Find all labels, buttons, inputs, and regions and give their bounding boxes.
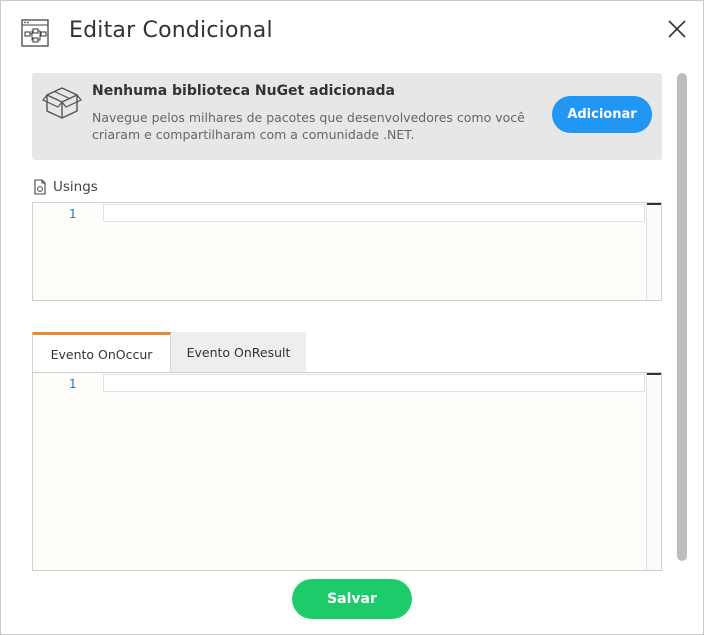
flowchart-icon — [21, 19, 49, 47]
editor-scrollbar[interactable] — [646, 203, 661, 300]
dialog-scrollbar-thumb[interactable] — [677, 73, 687, 561]
close-icon[interactable] — [665, 17, 689, 41]
editor-scrollbar-cap — [647, 373, 661, 375]
nuget-description: Navegue pelos milhares de pacotes que de… — [92, 110, 525, 142]
usings-code-editor[interactable]: 1 — [32, 202, 662, 301]
tab-evento-onresult[interactable]: Evento OnResult — [171, 332, 306, 372]
add-nuget-button[interactable]: Adicionar — [552, 96, 652, 133]
nuget-title: Nenhuma biblioteca NuGet adicionada — [92, 83, 395, 99]
line-number: 1 — [69, 377, 77, 391]
nuget-empty-banner: Nenhuma biblioteca NuGet adicionada Nave… — [32, 73, 662, 160]
editor-scrollbar-cap — [647, 203, 661, 205]
event-code-editor[interactable]: 1 — [32, 372, 662, 571]
save-button[interactable]: Salvar — [292, 579, 412, 619]
edit-conditional-dialog: Editar Condicional Nenhuma biblioteca Nu… — [0, 0, 704, 635]
tab-evento-onoccur[interactable]: Evento OnOccur — [32, 332, 171, 372]
code-line[interactable] — [103, 374, 645, 392]
file-code-icon — [34, 179, 46, 195]
usings-label-text: Usings — [53, 179, 98, 195]
package-box-icon — [42, 87, 82, 119]
editor-scrollbar[interactable] — [646, 373, 661, 570]
code-line[interactable] — [103, 204, 645, 222]
line-number: 1 — [69, 207, 77, 221]
dialog-title: Editar Condicional — [69, 18, 273, 43]
